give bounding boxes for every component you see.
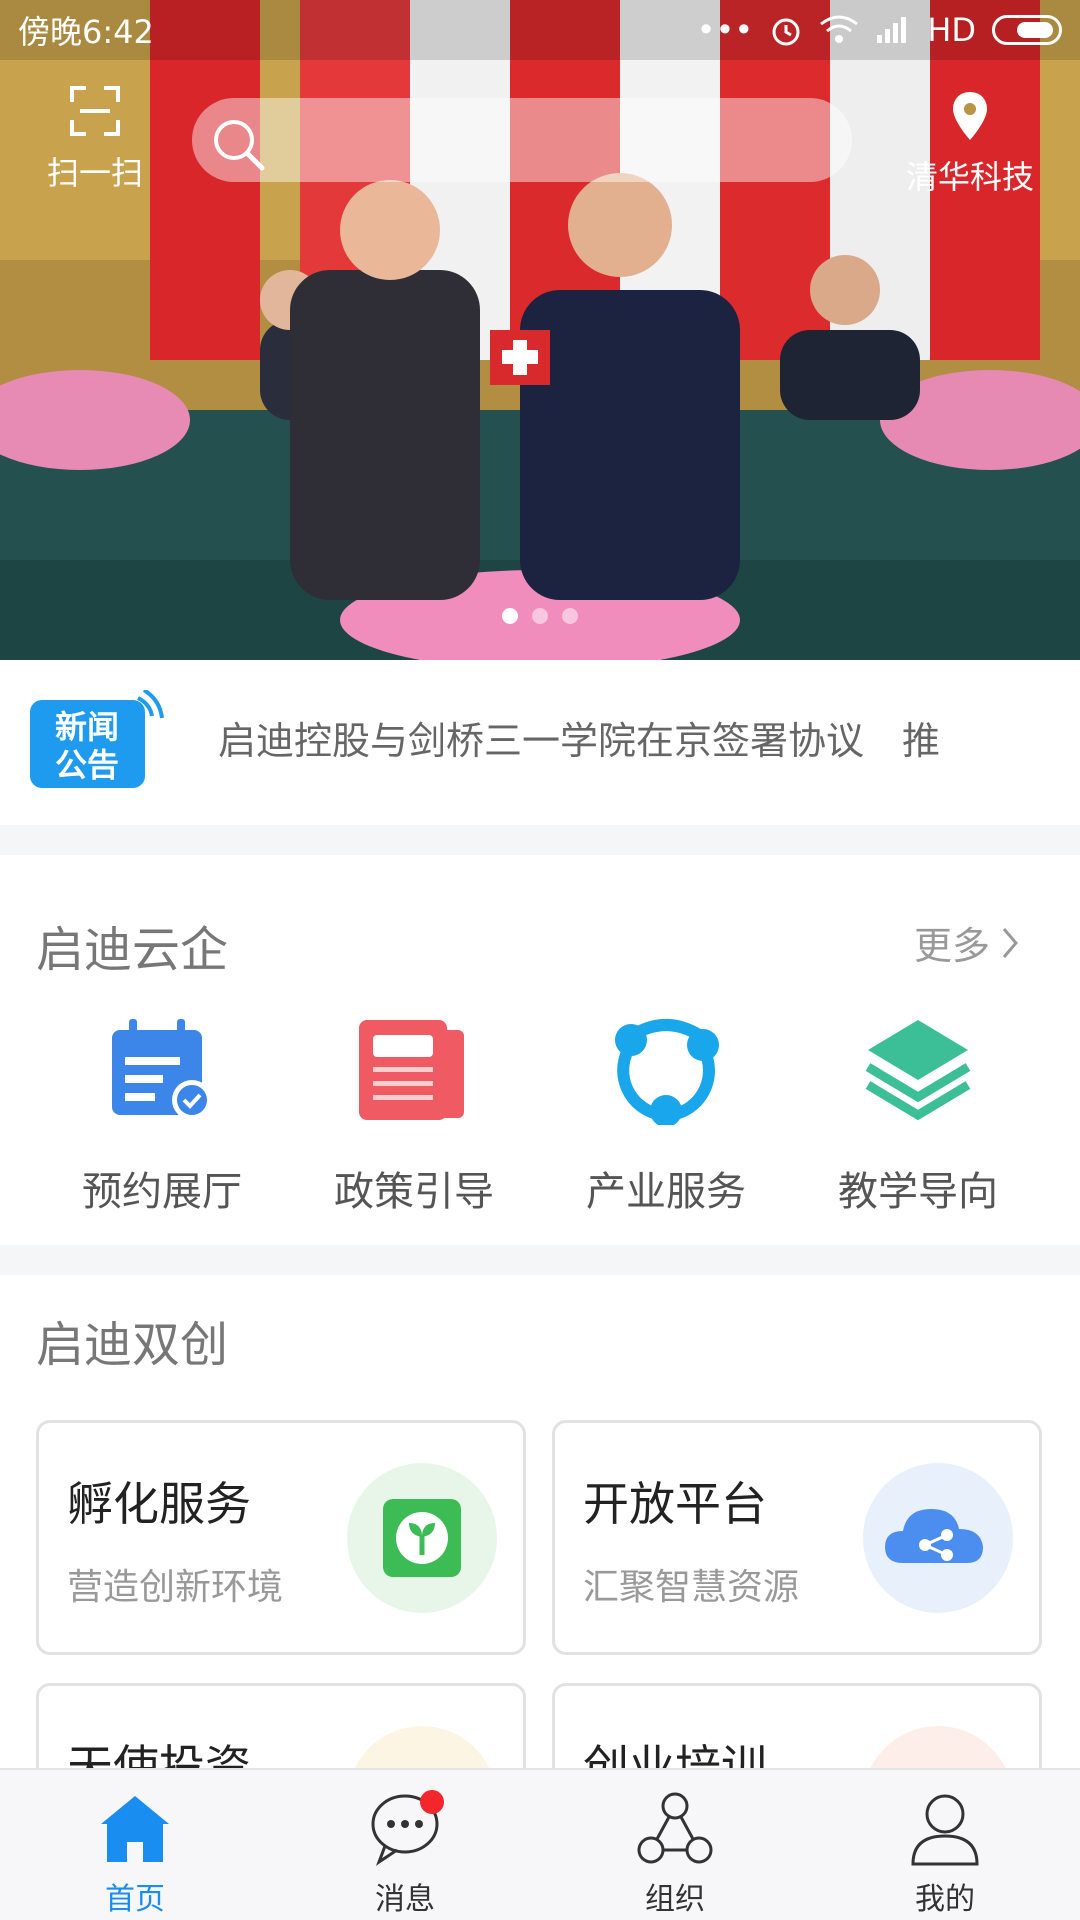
battery-icon [992, 15, 1062, 45]
carousel-dot[interactable] [502, 608, 518, 624]
location-selector[interactable]: 清华科技 [890, 90, 1050, 198]
section-qidi-cloud: 启迪云企 更多 预约展厅 政策引导 产业服务 教学导向 [0, 855, 1080, 1245]
tab-messages[interactable]: 消息 [270, 1770, 540, 1920]
search-icon [214, 120, 265, 171]
grid-item-label: 教学导向 [838, 1169, 998, 1215]
tab-organization[interactable]: 组织 [540, 1770, 810, 1920]
tab-label: 组织 [645, 1882, 705, 1917]
layers-icon [865, 1020, 971, 1121]
grid-item-teaching-guide[interactable]: 教学导向 [792, 1015, 1044, 1217]
grid-item-label: 产业服务 [586, 1169, 746, 1215]
card-open-platform[interactable]: 开放平台 汇聚智慧资源 [552, 1420, 1042, 1655]
grid-item-label: 政策引导 [334, 1169, 494, 1215]
search-bar[interactable] [192, 98, 852, 182]
calendar-check-icon [112, 1019, 212, 1120]
tab-label: 我的 [915, 1882, 975, 1917]
profile-icon [911, 1794, 979, 1866]
news-announcement-icon: 新闻 公告 [30, 690, 164, 788]
signal-icon [877, 17, 907, 43]
top-bar: 扫一扫 清华科技 [0, 80, 1080, 196]
carousel-dot[interactable] [562, 608, 578, 624]
alarm-icon [772, 18, 800, 46]
location-pin-icon [953, 92, 987, 140]
grid-item-reserve-hall[interactable]: 预约展厅 [36, 1015, 288, 1217]
chevron-right-icon [1002, 927, 1018, 958]
notification-badge [420, 1790, 444, 1814]
card-subtitle: 汇聚智慧资源 [583, 1567, 800, 1608]
scan-label: 扫一扫 [46, 154, 143, 192]
card-incubation[interactable]: 孵化服务 营造创新环境 [36, 1420, 526, 1655]
section-title: 启迪双创 [36, 1317, 229, 1373]
tab-label: 消息 [375, 1882, 435, 1917]
bottom-tab-bar: 首页 消息 组织 我的 [0, 1768, 1080, 1920]
section-title: 启迪云企 [36, 922, 229, 978]
more-label: 更多 [913, 924, 990, 968]
news-badge-line1: 新闻 [55, 708, 119, 746]
home-icon [101, 1796, 169, 1862]
carousel-indicator [0, 608, 1080, 624]
sprout-glyph [383, 1499, 461, 1577]
status-time: 傍晚6:42 [18, 13, 154, 51]
grid-item-industry-service[interactable]: 产业服务 [540, 1015, 792, 1217]
status-bar: 傍晚6:42 ••• HD [0, 0, 1080, 60]
organization-icon [637, 1792, 713, 1864]
wifi-icon [820, 15, 859, 43]
grid-item-policy-guide[interactable]: 政策引导 [288, 1015, 540, 1217]
scan-icon [70, 86, 120, 136]
card-title: 孵化服务 [67, 1477, 251, 1531]
network-type: HD [927, 11, 976, 49]
cloud-share-glyph [885, 1509, 983, 1563]
cloud-share-icon [863, 1463, 1013, 1613]
sprout-icon [347, 1463, 497, 1613]
news-headline[interactable]: 启迪控股与剑桥三一学院在京签署协议 推 [218, 710, 1048, 765]
more-dots-icon: ••• [696, 11, 754, 49]
location-label: 清华科技 [905, 158, 1034, 196]
tab-home[interactable]: 首页 [0, 1770, 270, 1920]
carousel-dot[interactable] [532, 608, 548, 624]
news-ticker[interactable]: 新闻 公告 启迪控股与剑桥三一学院在京签署协议 推 [0, 660, 1080, 825]
document-icon [359, 1020, 464, 1120]
share-network-icon [615, 1019, 719, 1127]
news-badge-line2: 公告 [55, 746, 119, 784]
card-title: 开放平台 [583, 1477, 767, 1531]
card-subtitle: 营造创新环境 [67, 1567, 284, 1608]
scan-button[interactable]: 扫一扫 [30, 86, 160, 194]
section-qidi-startup: 启迪双创 孵化服务 营造创新环境 开放平台 汇聚智慧资源 天使投资 创业培训 [0, 1275, 1080, 1803]
hero-banner[interactable]: 傍晚6:42 ••• HD 扫一扫 清华科技 [0, 0, 1080, 660]
tab-profile[interactable]: 我的 [810, 1770, 1080, 1920]
grid-item-label: 预约展厅 [82, 1169, 242, 1215]
status-icons: ••• HD [697, 11, 1062, 49]
more-link[interactable]: 更多 [914, 915, 1020, 970]
tab-label: 首页 [105, 1882, 165, 1917]
